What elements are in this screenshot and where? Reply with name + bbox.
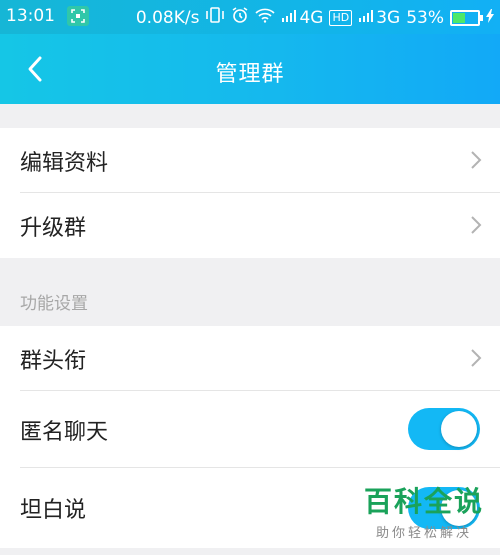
time: 13:01 [6,6,55,26]
watermark-slogan: 助你轻松解决 [375,526,472,541]
network-4g: 4G [299,7,324,28]
group-title-item[interactable]: 群头衔 [0,326,500,391]
hd-icon: HD [329,9,353,26]
vibrate-icon [205,6,225,29]
title-bar: 管理群 [0,34,500,104]
anonymous-chat-toggle[interactable] [408,408,480,450]
list-item-label: 升级群 [20,215,87,241]
watermark: 百科全说 助你轻松解决 [364,480,484,541]
alarm-icon [231,6,249,29]
page-title: 管理群 [215,62,285,87]
chevron-right-icon [471,349,482,367]
signal-icon [281,8,299,28]
list-item-label: 匿名聊天 [20,419,109,445]
watermark-logo-text: 百科全说 [363,485,484,518]
network-3g: 3G [376,7,401,28]
toggle-knob [441,411,477,447]
list-item-label: 坦白说 [20,498,87,523]
net-speed: 0.08K/s [135,7,200,28]
edit-profile-item[interactable]: 编辑资料 [0,128,500,193]
signal-icon-2 [358,8,376,28]
charging-icon [486,8,494,28]
chevron-right-icon [471,151,482,169]
scan-icon [67,6,89,26]
anonymous-chat-item: 匿名聊天 [0,391,500,468]
upgrade-group-item[interactable]: 升级群 [0,193,500,258]
settings-list-top: 编辑资料 升级群 [0,128,500,258]
section-title: 功能设置 [20,294,88,314]
chevron-right-icon [471,216,482,234]
status-bar: 13:01 0.08K/s 4G HD 3G 53% [0,0,500,34]
list-item-label: 编辑资料 [20,150,109,176]
wifi-icon [255,7,276,28]
battery-percent: 53% [406,7,444,28]
battery-fill [453,12,465,23]
battery-icon [450,9,483,26]
list-item-label: 群头衔 [20,348,87,374]
